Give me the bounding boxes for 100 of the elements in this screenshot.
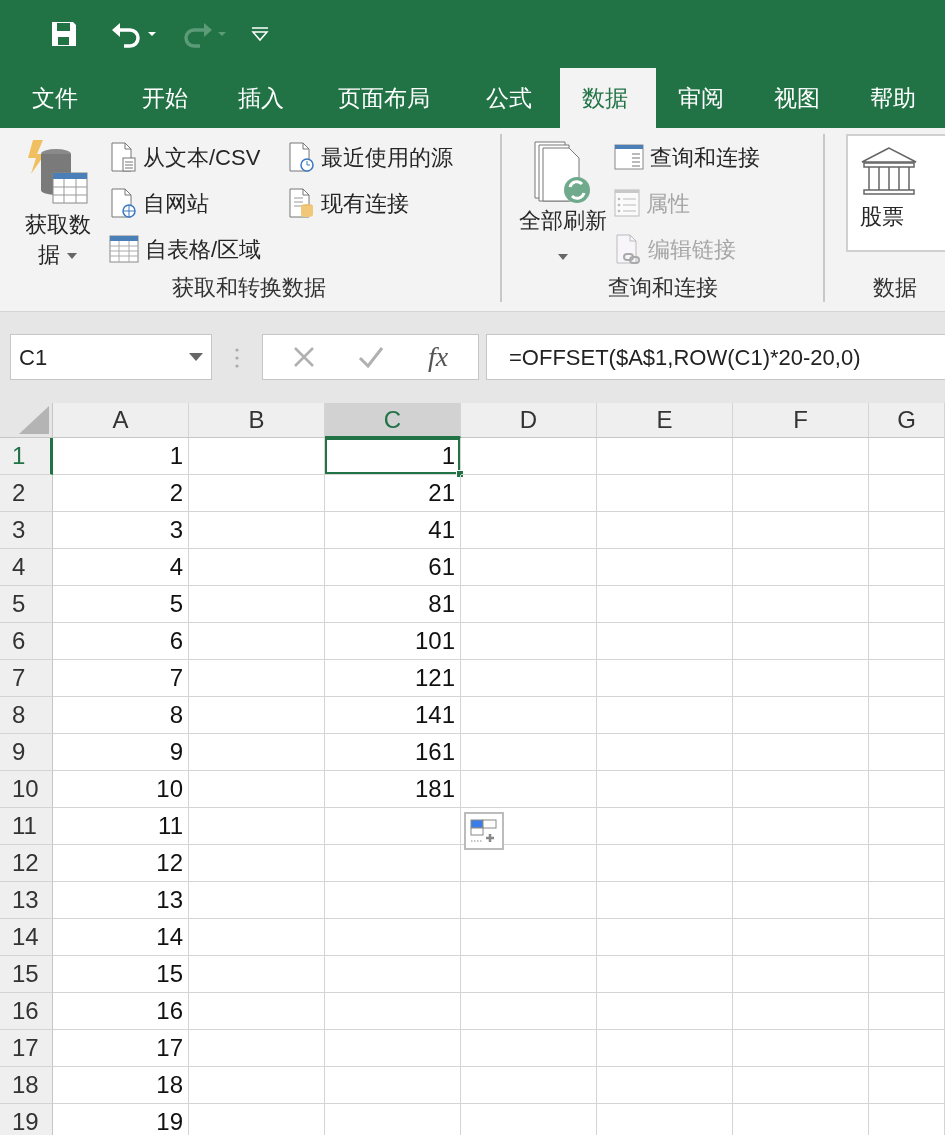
ribbon-tab[interactable]: 数据 [560,68,656,128]
table-cell[interactable] [597,993,733,1030]
table-cell[interactable] [189,512,325,549]
table-cell[interactable] [869,623,945,660]
ribbon-button[interactable]: 现有连接 [287,180,454,226]
select-all-icon[interactable] [19,406,49,434]
table-cell[interactable]: 9 [53,734,189,771]
table-cell[interactable] [733,586,869,623]
table-cell[interactable]: 4 [53,549,189,586]
table-cell[interactable] [869,697,945,734]
table-cell[interactable]: 81 [325,586,461,623]
table-cell[interactable] [189,586,325,623]
large-ribbon-button[interactable]: 全部刷新 [515,134,610,272]
ribbon-tab[interactable]: 帮助 [848,68,938,128]
table-cell[interactable]: 17 [53,1030,189,1067]
table-cell[interactable]: 6 [53,623,189,660]
column-header[interactable]: B [189,403,325,438]
table-cell[interactable] [461,549,597,586]
table-cell[interactable] [325,1030,461,1067]
table-cell[interactable]: 14 [53,919,189,956]
column-header[interactable]: G [869,403,945,438]
fill-handle[interactable] [456,470,464,478]
table-cell[interactable] [597,623,733,660]
table-cell[interactable] [189,771,325,808]
table-cell[interactable] [733,808,869,845]
table-cell[interactable] [597,697,733,734]
ribbon-tab[interactable]: 文件 [10,68,120,128]
table-cell[interactable] [461,993,597,1030]
table-cell[interactable] [325,993,461,1030]
column-header[interactable]: D [461,403,597,438]
paste-options-menu[interactable] [464,812,504,850]
table-cell[interactable]: 61 [325,549,461,586]
table-cell[interactable] [869,808,945,845]
table-cell[interactable]: 141 [325,697,461,734]
table-cell[interactable]: 101 [325,623,461,660]
table-cell[interactable] [461,882,597,919]
row-header[interactable]: 3 [0,512,53,549]
table-cell[interactable]: 8 [53,697,189,734]
ribbon-tab[interactable]: 插入 [216,68,316,128]
table-cell[interactable] [189,475,325,512]
table-cell[interactable]: 161 [325,734,461,771]
ribbon-button[interactable]: 查询和连接 [614,134,760,180]
table-cell[interactable] [597,512,733,549]
name-box[interactable]: C1 [10,334,212,380]
ribbon-button[interactable]: 最近使用的源 [287,134,454,180]
table-cell[interactable] [733,919,869,956]
save-icon[interactable] [50,20,78,48]
table-cell[interactable] [189,623,325,660]
table-cell[interactable]: 10 [53,771,189,808]
table-cell[interactable] [869,919,945,956]
table-cell[interactable] [189,956,325,993]
table-cell[interactable]: 181 [325,771,461,808]
row-header[interactable]: 19 [0,1104,53,1135]
table-cell[interactable] [189,549,325,586]
table-cell[interactable] [189,1030,325,1067]
row-header[interactable]: 17 [0,1030,53,1067]
table-cell[interactable] [189,919,325,956]
table-cell[interactable] [461,919,597,956]
ribbon-button[interactable]: 从文本/CSV [109,134,262,180]
row-header[interactable]: 2 [0,475,53,512]
row-header[interactable]: 5 [0,586,53,623]
table-cell[interactable] [869,549,945,586]
table-cell[interactable] [733,475,869,512]
table-cell[interactable] [189,1067,325,1104]
table-cell[interactable] [733,993,869,1030]
ribbon-button[interactable]: 自网站 [109,180,262,226]
table-cell[interactable]: 2 [53,475,189,512]
table-cell[interactable] [597,956,733,993]
stock-data-type-button[interactable]: 股票 [846,134,945,252]
table-cell[interactable] [733,845,869,882]
table-cell[interactable] [869,660,945,697]
table-cell[interactable] [733,512,869,549]
row-header[interactable]: 6 [0,623,53,660]
row-header[interactable]: 18 [0,1067,53,1104]
table-cell[interactable] [869,512,945,549]
table-cell[interactable] [597,438,733,475]
table-cell[interactable] [461,586,597,623]
table-cell[interactable] [461,438,597,475]
table-cell[interactable] [597,808,733,845]
table-cell[interactable] [869,734,945,771]
table-cell[interactable]: 19 [53,1104,189,1135]
table-cell[interactable]: 1 [53,438,189,475]
table-cell[interactable] [869,1030,945,1067]
ribbon-button[interactable]: 自表格/区域 [109,226,262,272]
table-cell[interactable] [597,549,733,586]
table-cell[interactable] [869,882,945,919]
drag-handle-icon[interactable] [235,348,239,368]
table-cell[interactable] [597,475,733,512]
column-header[interactable]: A [53,403,189,438]
table-cell[interactable] [733,697,869,734]
table-cell[interactable] [869,993,945,1030]
table-cell[interactable] [325,808,461,845]
table-cell[interactable] [461,1067,597,1104]
enter-check-icon[interactable] [358,346,385,368]
table-cell[interactable] [325,1067,461,1104]
ribbon-tab[interactable]: 开始 [120,68,216,128]
table-cell[interactable] [461,512,597,549]
undo-icon[interactable] [110,20,156,48]
table-cell[interactable] [733,549,869,586]
dropdown-icon[interactable] [189,353,203,361]
